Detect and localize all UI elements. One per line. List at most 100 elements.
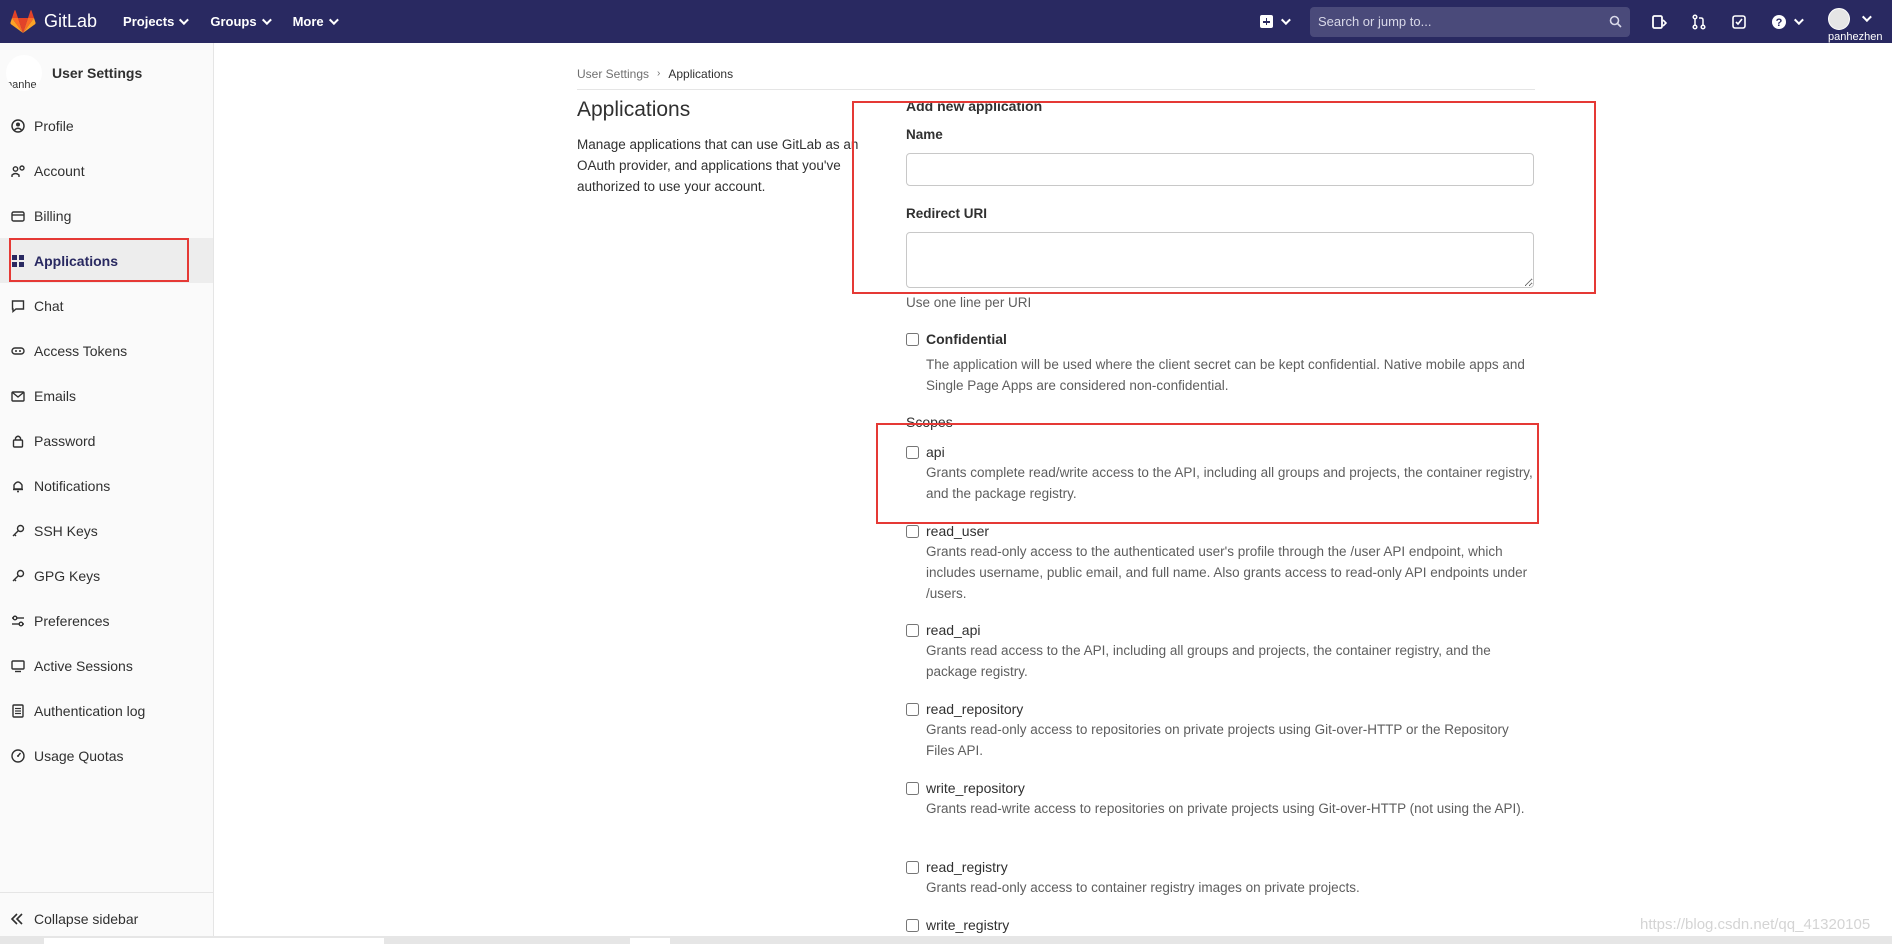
scope-label-read_user[interactable]: read_user (926, 523, 989, 539)
sidebar-item-access-tokens[interactable]: Access Tokens (0, 328, 213, 373)
horizontal-scrollbar[interactable] (0, 936, 1892, 944)
chevron-right-icon: › (657, 68, 661, 79)
gitlab-brand[interactable]: GitLab (10, 9, 98, 34)
breadcrumb: User Settings › Applications (577, 58, 1535, 90)
scope-description-read_registry: Grants read-only access to container reg… (926, 880, 1360, 895)
email-icon (10, 388, 25, 403)
lock-icon (10, 433, 25, 448)
token-icon (10, 343, 25, 358)
nav-more[interactable]: More (292, 14, 339, 29)
scope-label-read_api[interactable]: read_api (926, 622, 981, 638)
scope-checkbox-read_repository[interactable] (906, 703, 919, 716)
scope-label-api[interactable]: api (926, 444, 945, 460)
account-icon (10, 163, 25, 178)
chevron-down-icon (328, 15, 339, 26)
search-input[interactable] (1318, 14, 1578, 29)
nav-menu: Projects Groups More (123, 14, 360, 29)
sidebar-item-account[interactable]: Account (0, 148, 213, 193)
new-dropdown-button[interactable] (1260, 15, 1291, 28)
scrollbar-thumb[interactable] (44, 938, 384, 944)
preferences-icon (10, 613, 25, 628)
sidebar-item-label: Access Tokens (34, 342, 128, 359)
chevron-down-icon (1280, 15, 1291, 26)
sidebar-title: User Settings (52, 65, 143, 81)
redirect-uri-help: Use one line per URI (906, 295, 1032, 310)
todo-icon[interactable] (1730, 13, 1748, 31)
nav-groups[interactable]: Groups (210, 14, 272, 29)
sidebar-item-notifications[interactable]: Notifications (0, 463, 213, 508)
scope-checkbox-api[interactable] (906, 446, 919, 459)
collapse-sidebar-label: Collapse sidebar (34, 910, 139, 927)
sidebar-item-label: Preferences (34, 612, 110, 629)
scopes-title: Scopes (906, 414, 953, 430)
chevron-down-icon (179, 15, 190, 26)
user-menu[interactable]: panhezhen (1828, 8, 1892, 43)
plus-square-icon (1260, 15, 1273, 28)
nav-more-label: More (292, 14, 324, 29)
sidebar-item-emails[interactable]: Emails (0, 373, 213, 418)
breadcrumb-parent[interactable]: User Settings (577, 67, 649, 81)
name-field[interactable] (906, 153, 1534, 186)
scope-checkbox-read_api[interactable] (906, 624, 919, 637)
nav-projects[interactable]: Projects (123, 14, 190, 29)
sidebar-item-profile[interactable]: Profile (0, 103, 213, 148)
merge-request-icon[interactable] (1690, 13, 1708, 31)
sidebar-item-chat[interactable]: Chat (0, 283, 213, 328)
help-icon[interactable]: ? (1770, 13, 1804, 31)
scope-description-read_repository: Grants read-only access to repositories … (926, 722, 1509, 758)
page-description: Manage applications that can use GitLab … (577, 137, 859, 194)
key-icon (10, 523, 25, 538)
page-title: Applications (577, 98, 691, 121)
search-bar[interactable] (1310, 6, 1630, 37)
issues-icon[interactable] (1650, 13, 1668, 31)
breadcrumb-current[interactable]: Applications (668, 67, 733, 81)
double-chevron-left-icon (10, 912, 23, 925)
name-label: Name (906, 127, 943, 142)
scope-checkbox-write_registry[interactable] (906, 919, 919, 932)
brand-name: GitLab (44, 11, 98, 31)
sidebar-item-gpg-keys[interactable]: GPG Keys (0, 553, 213, 598)
scope-label-read_repository[interactable]: read_repository (926, 701, 1023, 717)
gitlab-logo-icon (10, 9, 36, 33)
chevron-down-icon (1861, 12, 1872, 23)
scope-checkbox-read_user[interactable] (906, 525, 919, 538)
scope-checkbox-read_registry[interactable] (906, 861, 919, 874)
scope-label-read_registry[interactable]: read_registry (926, 859, 1008, 875)
scope-checkbox-write_repository[interactable] (906, 782, 919, 795)
sidebar-item-label: Applications (34, 252, 119, 269)
quota-icon (10, 748, 25, 763)
scope-label-write_registry[interactable]: write_registry (926, 917, 1009, 933)
sidebar-list: Profile Account Billing Applications Chat Acc… (0, 103, 213, 778)
sidebar-item-preferences[interactable]: Preferences (0, 598, 213, 643)
sidebar-item-applications[interactable]: Applications (0, 238, 213, 283)
confidential-checkbox[interactable] (906, 333, 919, 346)
chevron-down-icon (1793, 15, 1804, 26)
top-navbar: GitLab Projects Groups More Search or ju… (0, 0, 1892, 43)
scope-label-write_repository[interactable]: write_repository (926, 780, 1025, 796)
scope-description-read_user: Grants read-only access to the authentic… (926, 544, 1528, 601)
sidebar-item-billing[interactable]: Billing (0, 193, 213, 238)
form-section-title: Add new application (906, 98, 1043, 114)
scope-description-api: Grants complete read/write access to the… (926, 465, 1533, 501)
sidebar-item-label: GPG Keys (34, 567, 101, 584)
redirect-uri-label: Redirect URI (906, 206, 988, 221)
sidebar-item-password[interactable]: Password (0, 418, 213, 463)
sidebar-item-label: Chat (34, 297, 64, 314)
confidential-label[interactable]: Confidential (926, 331, 1007, 347)
avatar: panhe (6, 55, 42, 91)
sidebar-item-authentication-log[interactable]: Authentication log (0, 688, 213, 733)
sidebar-item-label: Active Sessions (34, 657, 133, 674)
chat-icon (10, 298, 25, 313)
sidebar-item-ssh-keys[interactable]: SSH Keys (0, 508, 213, 553)
billing-icon (10, 208, 25, 223)
redirect-uri-field[interactable] (906, 232, 1534, 288)
sidebar-item-label: Profile (34, 117, 74, 134)
watermark-text: https://blog.csdn.net/qq_41320105 (1640, 916, 1871, 933)
sidebar-item-usage-quotas[interactable]: Usage Quotas (0, 733, 213, 778)
sidebar-item-label: Authentication log (34, 702, 146, 719)
chevron-down-icon (261, 15, 272, 26)
search-icon (1609, 15, 1622, 28)
sidebar-item-label: Usage Quotas (34, 747, 124, 764)
sidebar-item-active-sessions[interactable]: Active Sessions (0, 643, 213, 688)
username-label: panhezhen (1828, 31, 1883, 43)
